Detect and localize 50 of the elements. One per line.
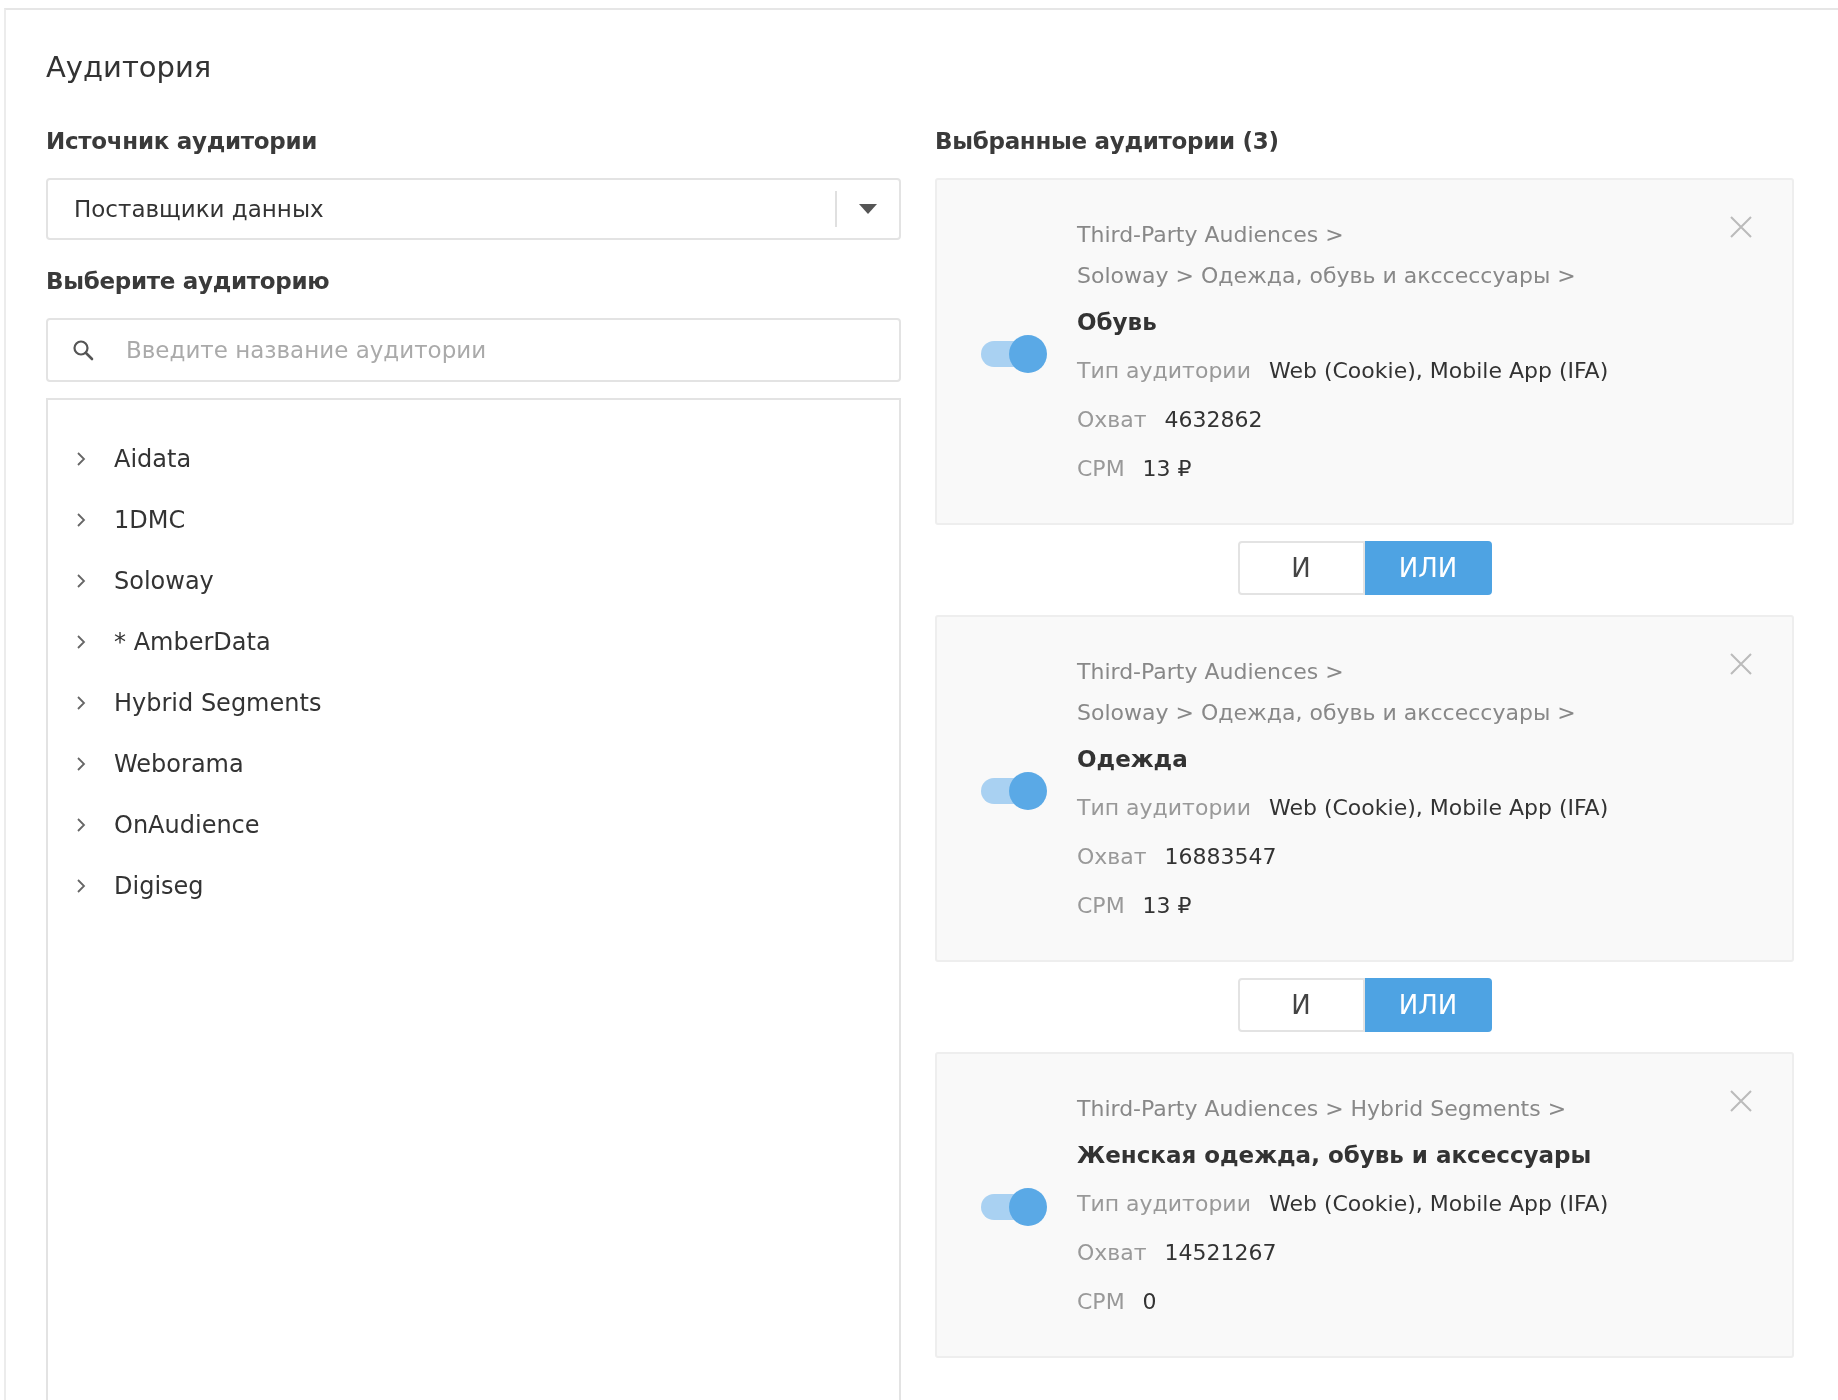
field-label: Тип аудитории <box>1077 1190 1251 1218</box>
toggle-switch[interactable] <box>981 771 1047 810</box>
field-label: CPM <box>1077 892 1125 920</box>
field-label: Охват <box>1077 1239 1147 1267</box>
toggle-switch[interactable] <box>981 1188 1047 1226</box>
close-icon[interactable] <box>1730 216 1752 238</box>
tree-item[interactable]: Digiseg <box>76 855 899 916</box>
tree-item[interactable]: Weborama <box>76 733 899 794</box>
close-icon[interactable] <box>1730 653 1752 675</box>
toggle-switch[interactable] <box>981 334 1047 373</box>
search-field[interactable]: Введите название аудитории <box>46 318 901 382</box>
close-icon[interactable] <box>1730 1090 1752 1112</box>
field-label: Выберите аудиторию <box>46 268 331 294</box>
search-icon <box>72 339 94 361</box>
caret-icon <box>859 204 877 214</box>
field-label: Охват <box>1077 843 1147 871</box>
field-label: CPM <box>1077 455 1125 483</box>
breadcrumb: Soloway > Одежда, обувь и акссессуары > <box>1077 262 1576 290</box>
field-value: 13 ₽ <box>1142 892 1192 920</box>
audience-name: Обувь <box>1077 308 1157 337</box>
breadcrumb: Third-Party Audiences > Hybrid Segments > <box>1077 1095 1567 1123</box>
tree-item[interactable]: * AmberData <box>76 611 899 672</box>
field-value: Web (Cookie), Mobile App (IFA) <box>1268 357 1609 385</box>
field-value: 0 <box>1142 1288 1157 1316</box>
field-value: Web (Cookie), Mobile App (IFA) <box>1268 794 1609 822</box>
field-value: 14521267 <box>1164 1239 1277 1267</box>
field-label: CPM <box>1077 1288 1125 1316</box>
tree-item[interactable]: 1DMC <box>76 489 899 550</box>
tree-item[interactable]: Hybrid Segments <box>76 672 899 733</box>
field-value: 13 ₽ <box>1142 455 1192 483</box>
field-label: Тип аудитории <box>1077 357 1251 385</box>
section-label: Выбранные аудитории (3) <box>935 128 1280 154</box>
field-value: 4632862 <box>1164 406 1263 434</box>
tree-item[interactable]: Soloway <box>76 550 899 611</box>
audience-name: Одежда <box>1077 745 1188 774</box>
field-value: 16883547 <box>1164 843 1277 871</box>
logic-toggle-button[interactable]: И <box>1237 978 1365 1032</box>
source-dropdown[interactable]: Поставщики данных <box>46 178 901 240</box>
tree-item[interactable]: Aidata <box>76 428 899 489</box>
breadcrumb: Third-Party Audiences > <box>1077 221 1344 249</box>
field-label: Источник аудитории <box>46 128 319 154</box>
breadcrumb: Soloway > Одежда, обувь и акссессуары > <box>1077 699 1576 727</box>
tree-item[interactable]: OnAudience <box>76 794 899 855</box>
audience-name: Женская одежда, обувь и аксессуары <box>1077 1141 1592 1170</box>
field-label: Тип аудитории <box>1077 794 1251 822</box>
logic-toggle-button[interactable]: И <box>1237 541 1365 595</box>
field-value: Web (Cookie), Mobile App (IFA) <box>1268 1190 1609 1218</box>
breadcrumb: Third-Party Audiences > <box>1077 658 1344 686</box>
section-title: Аудитория <box>46 50 213 84</box>
field-label: Охват <box>1077 406 1147 434</box>
